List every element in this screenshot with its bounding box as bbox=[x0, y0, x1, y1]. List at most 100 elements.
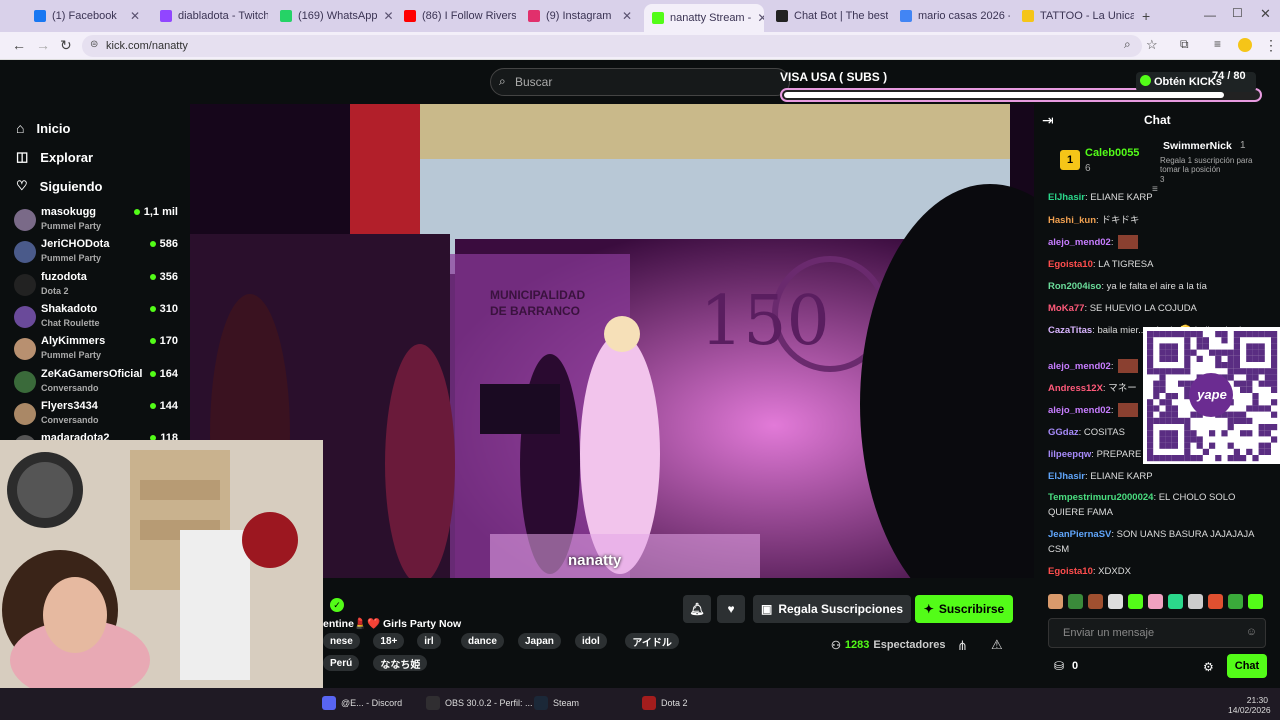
browser-tab[interactable]: mario casas 2026 - B✕ bbox=[892, 4, 1010, 28]
taskbar-app[interactable]: Steam bbox=[534, 696, 579, 710]
nav-siguiendo[interactable]: ♡ Siguiendo bbox=[16, 178, 103, 194]
emote-button[interactable] bbox=[1188, 594, 1203, 609]
media-icon[interactable]: ≡ bbox=[1214, 37, 1221, 51]
stream-tag[interactable]: ななち姫 bbox=[373, 655, 428, 671]
taskbar-app[interactable]: @E... - Discord bbox=[322, 696, 402, 710]
emoji-picker-icon[interactable]: ☺ bbox=[1246, 626, 1257, 638]
chat-username[interactable]: alejo_mend02 bbox=[1048, 361, 1111, 372]
chat-username[interactable]: Egoista10 bbox=[1048, 259, 1093, 270]
followed-channel-item[interactable]: fuzodota Dota 2 356 bbox=[14, 271, 184, 301]
chat-username[interactable]: CazaTitas bbox=[1048, 325, 1092, 336]
taskbar-app-label: @E... - Discord bbox=[341, 698, 403, 708]
stream-tag[interactable]: 18+ bbox=[373, 633, 405, 649]
tab-close-icon[interactable]: ✕ bbox=[622, 9, 632, 23]
browser-tab[interactable]: (169) WhatsApp ✕ bbox=[272, 4, 392, 28]
top-gifter-name[interactable]: Caleb0055 bbox=[1085, 147, 1139, 159]
taskbar-app[interactable]: Dota 2 bbox=[642, 696, 688, 710]
stream-tag[interactable]: idol bbox=[575, 633, 607, 649]
chat-username[interactable]: JeanPiernaSV bbox=[1048, 529, 1111, 540]
emote-button[interactable] bbox=[1128, 594, 1143, 609]
reload-icon[interactable]: ↻ bbox=[60, 37, 72, 54]
notification-bell-button[interactable]: 🔔︎ bbox=[683, 595, 711, 623]
tab-close-icon[interactable]: ✕ bbox=[130, 9, 140, 23]
send-chat-button[interactable]: Chat bbox=[1227, 654, 1267, 678]
emote-button[interactable] bbox=[1108, 594, 1123, 609]
chat-username[interactable]: MoKa77 bbox=[1048, 303, 1084, 314]
tab-favicon-icon bbox=[34, 10, 46, 22]
followed-channel-item[interactable]: JeriCHODota Pummel Party 586 bbox=[14, 238, 184, 268]
channel-viewers: 356 bbox=[150, 271, 178, 283]
followed-channel-item[interactable]: masokugg Pummel Party 1,1 mil bbox=[14, 206, 184, 236]
chat-username[interactable]: alejo_mend02 bbox=[1048, 237, 1111, 248]
chat-username[interactable]: ElJhasir bbox=[1048, 192, 1085, 200]
stream-tag[interactable]: Japan bbox=[518, 633, 561, 649]
chat-message-input[interactable]: Enviar un mensaje ☺ bbox=[1048, 618, 1266, 648]
bookmark-star-icon[interactable]: ☆ bbox=[1146, 37, 1158, 53]
search-input[interactable]: ⌕ Buscar bbox=[490, 68, 790, 96]
emote-button[interactable] bbox=[1248, 594, 1263, 609]
nav-inicio[interactable]: ⌂ Inicio bbox=[16, 120, 70, 136]
chat-username[interactable]: alejo_mend02 bbox=[1048, 405, 1111, 416]
stream-tag[interactable]: irl bbox=[417, 633, 441, 649]
chat-username[interactable]: Egoista10 bbox=[1048, 566, 1093, 577]
followed-channel-item[interactable]: AlyKimmers Pummel Party 170 bbox=[14, 335, 184, 365]
report-warning-icon[interactable]: ⚠ bbox=[991, 637, 1003, 653]
emote-button[interactable] bbox=[1048, 594, 1063, 609]
emote-button[interactable] bbox=[1088, 594, 1103, 609]
browser-tab[interactable]: (1) Facebook ✕ bbox=[26, 4, 148, 28]
maximize-button[interactable]: ☐ bbox=[1232, 6, 1243, 20]
stream-tag[interactable]: アイドル bbox=[625, 633, 679, 649]
chat-username[interactable]: ElJhasir bbox=[1048, 471, 1085, 482]
channel-points-icon[interactable]: ⛁ bbox=[1054, 659, 1064, 673]
followed-channel-item[interactable]: Flyers3434 Conversando 144 bbox=[14, 400, 184, 430]
chat-username[interactable]: GGdaz bbox=[1048, 427, 1079, 438]
chat-settings-gear-icon[interactable]: ⚙ bbox=[1203, 660, 1214, 674]
second-gifter-name[interactable]: SwimmerNick bbox=[1163, 140, 1232, 152]
collapse-chat-icon[interactable]: ⇥ bbox=[1042, 112, 1054, 129]
gift-subs-button[interactable]: ▣ Regala Suscripciones bbox=[753, 595, 911, 623]
follow-heart-button[interactable]: ♥ bbox=[717, 595, 745, 623]
stream-tag[interactable]: dance bbox=[461, 633, 504, 649]
chat-username[interactable]: Andress12X bbox=[1048, 383, 1103, 394]
goal-counter: 74 / 80 bbox=[1212, 70, 1246, 82]
new-tab-button[interactable]: + bbox=[1142, 8, 1150, 24]
zoom-icon[interactable]: ⌕ bbox=[1124, 37, 1131, 52]
emote-button[interactable] bbox=[1148, 594, 1163, 609]
followed-channel-item[interactable]: ZeKaGamersOficial Conversando 164 bbox=[14, 368, 184, 398]
browser-tab[interactable]: (86) I Follow Rivers -✕ bbox=[396, 4, 516, 28]
subscribe-label: Suscribirse bbox=[938, 602, 1005, 616]
emote-button[interactable] bbox=[1068, 594, 1083, 609]
subscribe-button[interactable]: ✦ Suscribirse bbox=[915, 595, 1013, 623]
site-info-icon[interactable]: ⊜ bbox=[90, 39, 98, 50]
browser-tab[interactable]: Chat Bot | The best C✕ bbox=[768, 4, 888, 28]
tab-close-icon[interactable]: ✕ bbox=[757, 11, 764, 25]
url-field[interactable]: ⊜ kick.com/nanatty bbox=[82, 35, 1142, 57]
chat-username[interactable]: Hashi_kun bbox=[1048, 215, 1096, 226]
chat-username[interactable]: lilpeepqw bbox=[1048, 449, 1091, 460]
share-icon[interactable]: ⋔ bbox=[957, 638, 968, 654]
chat-username[interactable]: Tempestrimuru2000024 bbox=[1048, 492, 1153, 503]
followed-channel-item[interactable]: Shakadoto Chat Roulette 310 bbox=[14, 303, 184, 333]
menu-kebab-icon[interactable]: ⋮ bbox=[1264, 37, 1278, 54]
minimize-button[interactable]: — bbox=[1204, 8, 1216, 22]
browser-tab[interactable]: (9) Instagram ✕ bbox=[520, 4, 640, 28]
tab-close-icon[interactable]: ✕ bbox=[383, 9, 392, 23]
browser-tab[interactable]: TATTOO - La Unica T✕ bbox=[1014, 4, 1134, 28]
nav-explorar[interactable]: ◫ Explorar bbox=[16, 149, 93, 165]
emote-button[interactable] bbox=[1168, 594, 1183, 609]
taskbar-app[interactable]: OBS 30.0.2 - Perfil: ... bbox=[426, 696, 533, 710]
channel-category: Conversando bbox=[41, 414, 99, 425]
chat-username[interactable]: Ron2004iso bbox=[1048, 281, 1101, 292]
stream-tag[interactable]: Perú bbox=[323, 655, 360, 671]
browser-tab[interactable]: nanatty Stream - ✕ bbox=[644, 4, 764, 32]
profile-avatar[interactable] bbox=[1238, 38, 1252, 52]
close-window-button[interactable]: ✕ bbox=[1260, 6, 1271, 22]
stream-tag[interactable]: nese bbox=[323, 633, 360, 649]
emote-button[interactable] bbox=[1228, 594, 1243, 609]
extensions-icon[interactable]: ⧉ bbox=[1180, 37, 1189, 52]
forward-icon[interactable]: → bbox=[36, 37, 50, 53]
back-icon[interactable]: ← bbox=[12, 37, 26, 53]
browser-tab[interactable]: diabladota - Twitch✕ bbox=[152, 4, 268, 28]
emote-button[interactable] bbox=[1208, 594, 1223, 609]
channel-viewers: 1,1 mil bbox=[134, 206, 178, 218]
